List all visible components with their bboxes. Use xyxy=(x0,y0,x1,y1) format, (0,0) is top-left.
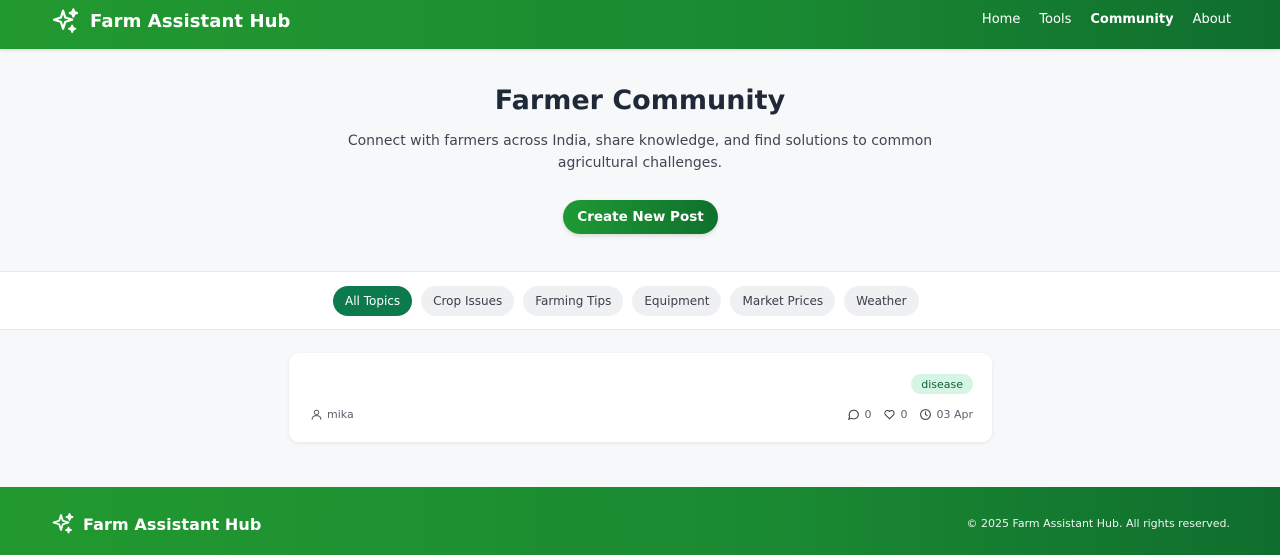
filter-market-prices[interactable]: Market Prices xyxy=(730,286,836,316)
create-post-button[interactable]: Create New Post xyxy=(563,200,718,234)
filter-all-topics[interactable]: All Topics xyxy=(333,286,413,316)
post-like-count: 0 xyxy=(900,408,908,421)
post-likes[interactable]: 0 xyxy=(883,408,907,421)
filter-equipment[interactable]: Equipment xyxy=(632,286,722,316)
clock-icon xyxy=(920,409,932,420)
footer-brand-link[interactable]: Farm Assistant Hub xyxy=(51,511,261,537)
page-title: Farmer Community xyxy=(494,85,786,116)
filter-chip-list: All Topics Crop Issues Farming Tips Equi… xyxy=(333,286,919,316)
post-date-text: 03 Apr xyxy=(936,408,973,421)
topic-filter-bar: All Topics Crop Issues Farming Tips Equi… xyxy=(0,271,1280,330)
filter-farming-tips[interactable]: Farming Tips xyxy=(523,286,624,316)
nav-about[interactable]: About xyxy=(1193,12,1231,27)
post-comment-count: 0 xyxy=(864,408,872,421)
post-comments[interactable]: 0 xyxy=(847,408,871,421)
filter-crop-issues[interactable]: Crop Issues xyxy=(421,286,515,316)
footer-brand-name: Farm Assistant Hub xyxy=(83,514,262,534)
nav-tools[interactable]: Tools xyxy=(1039,12,1071,27)
main-nav: Home Tools Community About xyxy=(982,12,1231,27)
page-description: Connect with farmers across India, share… xyxy=(347,133,933,171)
message-circle-icon xyxy=(848,409,860,420)
heart-icon xyxy=(884,410,896,420)
user-icon xyxy=(311,409,322,420)
top-navbar: Farm Assistant Hub Home Tools Community … xyxy=(0,0,1280,49)
nav-community[interactable]: Community xyxy=(1090,12,1173,27)
post-author: mika xyxy=(310,408,354,421)
hero-section: Farmer Community Connect with farmers ac… xyxy=(0,49,1280,271)
sparkles-icon xyxy=(52,513,74,534)
sparkles-icon xyxy=(52,7,79,33)
copyright-text: © 2025 Farm Assistant Hub. All rights re… xyxy=(966,517,1230,530)
brand-name: Farm Assistant Hub xyxy=(90,10,291,32)
filter-weather[interactable]: Weather xyxy=(844,286,919,316)
post-date: 03 Apr xyxy=(919,408,973,421)
post-card[interactable]: disease mika 0 0 03 Apr xyxy=(289,353,992,442)
post-author-name: mika xyxy=(327,408,354,421)
post-meta: 0 0 03 Apr xyxy=(847,408,973,421)
brand-link[interactable]: Farm Assistant Hub xyxy=(51,6,291,36)
post-tag-badge: disease xyxy=(911,374,973,394)
nav-home[interactable]: Home xyxy=(982,12,1020,27)
site-footer: Farm Assistant Hub © 2025 Farm Assistant… xyxy=(0,487,1280,555)
